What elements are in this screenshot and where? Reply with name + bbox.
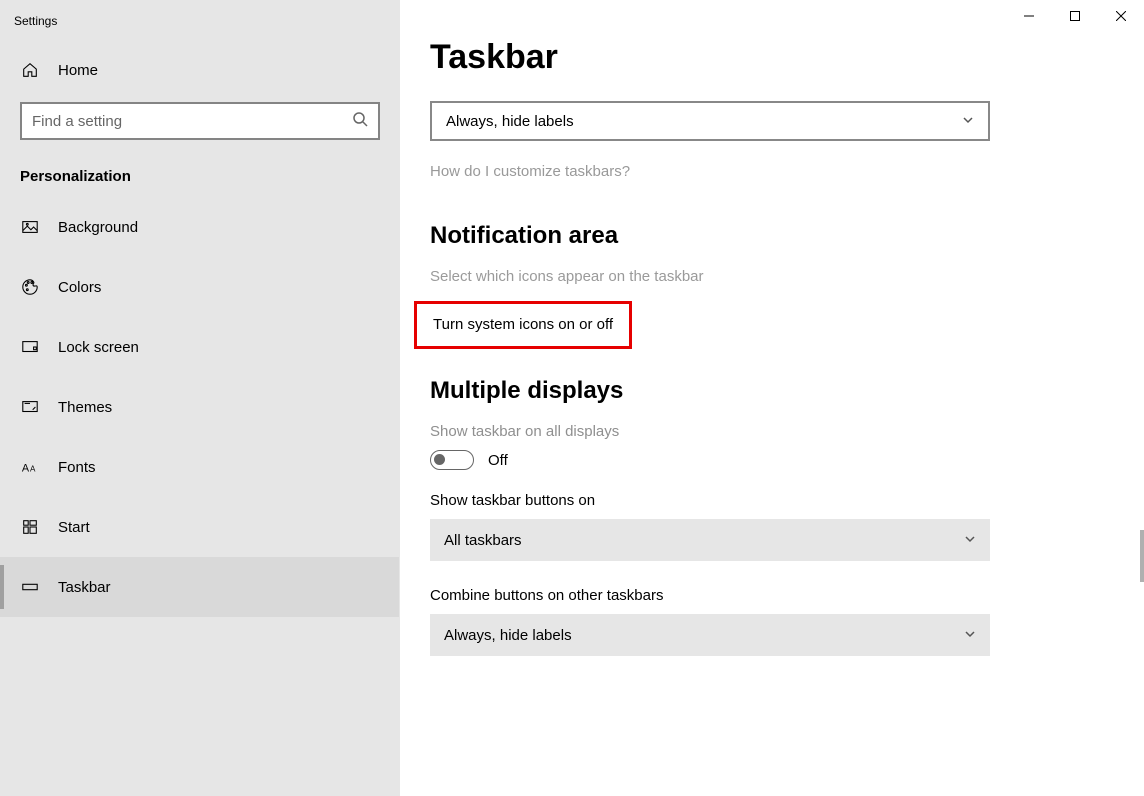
show-on-all-toggle[interactable] bbox=[430, 450, 474, 470]
sidebar-item-label: Start bbox=[58, 519, 90, 536]
fonts-icon: AA bbox=[20, 458, 40, 476]
start-icon bbox=[20, 518, 40, 536]
themes-icon bbox=[20, 398, 40, 416]
show-on-all-label: Show taskbar on all displays bbox=[430, 423, 1114, 440]
sidebar-item-label: Lock screen bbox=[58, 339, 139, 356]
combine-other-dropdown[interactable]: Always, hide labels bbox=[430, 614, 990, 656]
sidebar-item-label: Background bbox=[58, 219, 138, 236]
dropdown-value: All taskbars bbox=[444, 532, 522, 549]
close-button[interactable] bbox=[1098, 0, 1144, 32]
sidebar-item-lock-screen[interactable]: Lock screen bbox=[0, 317, 399, 377]
nav-home-label: Home bbox=[58, 62, 98, 79]
scrollbar-thumb[interactable] bbox=[1140, 530, 1144, 582]
maximize-button[interactable] bbox=[1052, 0, 1098, 32]
chevron-down-icon bbox=[964, 627, 976, 644]
minimize-button[interactable] bbox=[1006, 0, 1052, 32]
lock-screen-icon bbox=[20, 338, 40, 356]
sidebar-item-start[interactable]: Start bbox=[0, 497, 399, 557]
highlighted-link-box: Turn system icons on or off bbox=[414, 301, 632, 349]
sidebar: Settings Home Personalization Background bbox=[0, 0, 400, 796]
help-link[interactable]: How do I customize taskbars? bbox=[430, 163, 1114, 180]
sidebar-item-label: Taskbar bbox=[58, 579, 111, 596]
svg-text:A: A bbox=[30, 465, 36, 474]
sidebar-item-background[interactable]: Background bbox=[0, 197, 399, 257]
dropdown-value: Always, hide labels bbox=[444, 627, 572, 644]
sidebar-item-label: Colors bbox=[58, 279, 101, 296]
svg-text:A: A bbox=[22, 463, 30, 475]
home-icon bbox=[20, 61, 40, 79]
dropdown-value: Always, hide labels bbox=[446, 113, 574, 130]
chevron-down-icon bbox=[964, 532, 976, 549]
sidebar-item-colors[interactable]: Colors bbox=[0, 257, 399, 317]
search-input[interactable] bbox=[32, 113, 352, 130]
show-buttons-label: Show taskbar buttons on bbox=[430, 492, 1114, 509]
page-title: Taskbar bbox=[430, 38, 1114, 77]
notification-heading: Notification area bbox=[430, 222, 1114, 250]
combine-buttons-dropdown[interactable]: Always, hide labels bbox=[430, 101, 990, 141]
multiple-displays-heading: Multiple displays bbox=[430, 377, 1114, 405]
sidebar-item-themes[interactable]: Themes bbox=[0, 377, 399, 437]
taskbar-icon bbox=[20, 578, 40, 596]
picture-icon bbox=[20, 218, 40, 236]
select-icons-link[interactable]: Select which icons appear on the taskbar bbox=[430, 268, 704, 285]
chevron-down-icon bbox=[962, 113, 974, 130]
sidebar-item-label: Fonts bbox=[58, 459, 96, 476]
search-icon bbox=[352, 111, 368, 132]
window-title: Settings bbox=[0, 10, 399, 42]
toggle-state: Off bbox=[488, 452, 508, 469]
system-icons-link[interactable]: Turn system icons on or off bbox=[433, 316, 613, 333]
sidebar-section: Personalization bbox=[0, 150, 399, 197]
nav-home[interactable]: Home bbox=[0, 42, 399, 98]
content-area: Taskbar Always, hide labels How do I cus… bbox=[400, 0, 1144, 796]
show-buttons-dropdown[interactable]: All taskbars bbox=[430, 519, 990, 561]
sidebar-item-taskbar[interactable]: Taskbar bbox=[0, 557, 399, 617]
sidebar-item-label: Themes bbox=[58, 399, 112, 416]
search-box[interactable] bbox=[20, 102, 380, 140]
palette-icon bbox=[20, 278, 40, 296]
sidebar-item-fonts[interactable]: AA Fonts bbox=[0, 437, 399, 497]
combine-other-label: Combine buttons on other taskbars bbox=[430, 587, 1114, 604]
